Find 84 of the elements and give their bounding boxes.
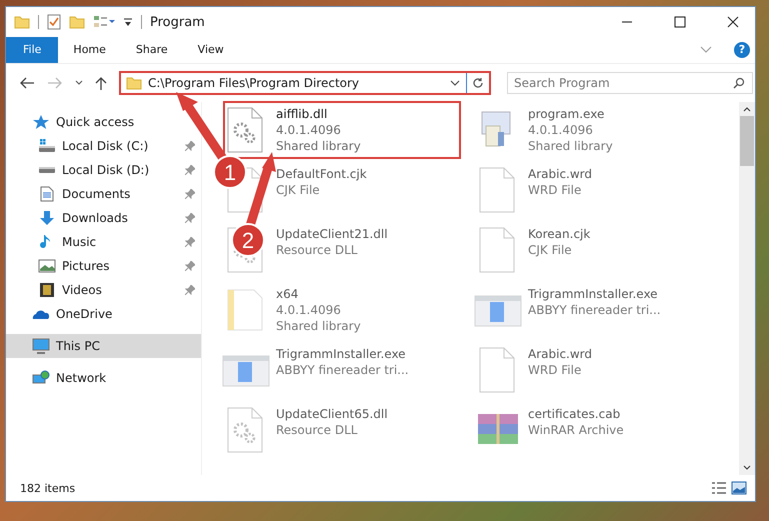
pc-icon bbox=[32, 338, 50, 354]
nav-item[interactable]: Downloads bbox=[6, 206, 201, 230]
file-detail: Resource DLL bbox=[276, 242, 358, 258]
file-name[interactable]: Korean.cjk bbox=[528, 226, 590, 242]
maximize-icon[interactable] bbox=[674, 16, 686, 28]
file-name[interactable]: Arabic.wrd bbox=[528, 346, 592, 362]
folder-icon bbox=[126, 76, 142, 90]
file-detail: WRD File bbox=[528, 362, 582, 378]
file-detail: Shared library bbox=[276, 318, 361, 334]
file-detail: CJK File bbox=[276, 182, 321, 198]
scroll-up-icon[interactable] bbox=[743, 106, 751, 112]
vertical-scrollbar[interactable] bbox=[739, 102, 755, 475]
file-detail: WRD File bbox=[528, 182, 582, 198]
pin-icon[interactable] bbox=[185, 285, 195, 295]
pin-icon[interactable] bbox=[185, 213, 195, 223]
file-name[interactable]: Arabic.wrd bbox=[528, 166, 592, 182]
videos-icon bbox=[38, 282, 56, 298]
file-name[interactable]: program.exe bbox=[528, 106, 613, 122]
file-detail: CJK File bbox=[528, 242, 573, 258]
ribbon-tab[interactable]: File bbox=[6, 37, 58, 63]
file-detail: ABBYY finereader tri... bbox=[276, 362, 409, 378]
nav-item[interactable]: Pictures bbox=[6, 254, 201, 278]
details-view-icon[interactable] bbox=[711, 481, 727, 495]
properties-icon[interactable] bbox=[93, 15, 115, 29]
pictures-icon bbox=[38, 258, 56, 274]
annotation-arrow bbox=[176, 92, 228, 162]
file-detail: Shared library bbox=[528, 138, 613, 154]
back-arrow-icon[interactable] bbox=[19, 77, 35, 89]
file-name[interactable]: TrigrammInstaller.exe bbox=[276, 346, 409, 362]
dropdown-caret-icon[interactable] bbox=[450, 80, 460, 86]
step-badge: 2 bbox=[231, 223, 265, 257]
drive-os-icon bbox=[38, 138, 56, 154]
ribbon-tab[interactable]: Home bbox=[58, 37, 121, 63]
file-detail: 4.0.1.4096 bbox=[276, 122, 342, 138]
nav-item[interactable]: This PC bbox=[6, 334, 201, 358]
file-detail: ABBYY finereader tri... bbox=[528, 302, 661, 318]
nav-item[interactable]: Quick access bbox=[6, 110, 201, 134]
pin-icon[interactable] bbox=[185, 261, 195, 271]
file-detail: Shared library bbox=[276, 138, 361, 154]
file-detail: Resource DLL bbox=[276, 422, 358, 438]
file-name[interactable]: TrigrammInstaller.exe bbox=[528, 286, 661, 302]
checklist-icon[interactable] bbox=[47, 14, 61, 30]
file-name[interactable]: DefaultFont.cjk bbox=[276, 166, 367, 182]
scroll-down-icon[interactable] bbox=[743, 465, 751, 471]
file-name[interactable]: UpdateClient21.dll bbox=[276, 226, 388, 242]
nav-item[interactable]: Documents bbox=[6, 182, 201, 206]
large-icons-view-icon[interactable] bbox=[731, 481, 747, 495]
nav-item[interactable]: Local Disk (C:) bbox=[6, 134, 201, 158]
pin-icon[interactable] bbox=[185, 165, 195, 175]
nav-item[interactable]: Network bbox=[6, 366, 201, 390]
customize-caret-icon[interactable] bbox=[123, 17, 133, 27]
window-title: Program bbox=[150, 14, 205, 30]
star-icon bbox=[32, 114, 50, 130]
nav-item[interactable]: OneDrive bbox=[6, 302, 201, 326]
scrollbar-thumb[interactable] bbox=[740, 116, 754, 166]
search-field[interactable]: Search Program bbox=[507, 72, 753, 94]
pin-icon[interactable] bbox=[185, 237, 195, 247]
downloads-icon bbox=[38, 210, 56, 226]
documents-icon bbox=[38, 186, 56, 202]
file-name[interactable]: UpdateClient65.dll bbox=[276, 406, 388, 422]
help-button[interactable]: ? bbox=[734, 42, 750, 58]
pin-icon[interactable] bbox=[185, 189, 195, 199]
nav-item[interactable]: Music bbox=[6, 230, 201, 254]
refresh-icon bbox=[472, 77, 484, 89]
item-count: 182 items bbox=[20, 482, 76, 494]
file-name[interactable]: x64 bbox=[276, 286, 361, 302]
nav-item[interactable]: Videos bbox=[6, 278, 201, 302]
file-name[interactable]: certificates.cab bbox=[528, 406, 624, 422]
ribbon-tab[interactable]: View bbox=[182, 37, 239, 63]
step-badge: 1 bbox=[213, 155, 247, 189]
up-arrow-icon[interactable] bbox=[95, 76, 107, 90]
file-detail: 4.0.1.4096 bbox=[528, 122, 594, 138]
network-icon bbox=[32, 370, 50, 386]
expand-ribbon-icon[interactable] bbox=[700, 46, 712, 54]
file-detail: 4.0.1.4096 bbox=[276, 302, 342, 318]
close-icon[interactable] bbox=[727, 16, 739, 28]
file-detail: WinRAR Archive bbox=[528, 422, 624, 438]
ribbon-tab[interactable]: Share bbox=[120, 37, 183, 63]
address-bar[interactable]: C:\Program Files\Program Directory bbox=[119, 71, 491, 95]
recent-caret-icon[interactable] bbox=[75, 80, 83, 86]
file-name[interactable]: aifflib.dll bbox=[276, 106, 361, 122]
drive-icon bbox=[38, 166, 56, 174]
pin-icon[interactable] bbox=[185, 141, 195, 151]
nav-item[interactable]: Local Disk (D:) bbox=[6, 158, 201, 182]
